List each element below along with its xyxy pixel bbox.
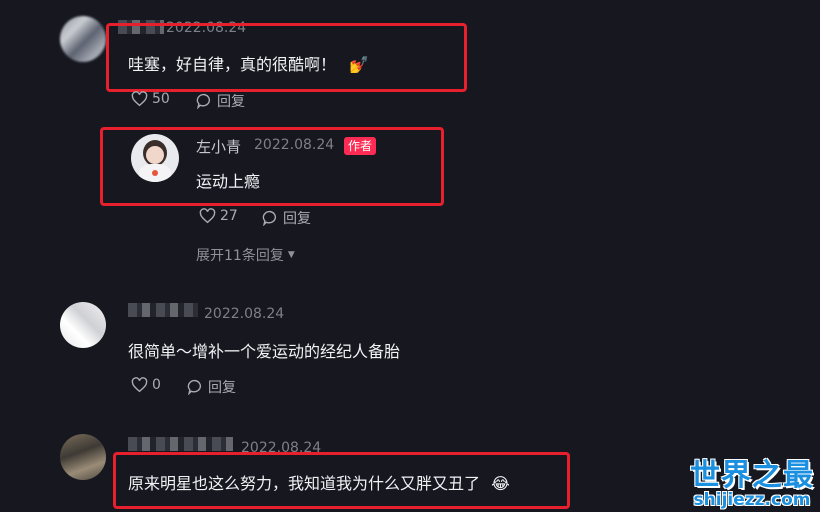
- author-badge: 作者: [344, 137, 377, 155]
- watermark-url: shijiezz.com: [693, 490, 811, 510]
- reply-button[interactable]: 回复: [187, 377, 236, 397]
- like-button[interactable]: 50: [131, 91, 170, 107]
- reply-label: 回复: [217, 94, 245, 110]
- watermark: 世界之最 shijiezz.com: [690, 450, 814, 510]
- comment-text: 哇塞，好自律，真的很酷啊！ 💅: [128, 51, 369, 75]
- comment-date: 2022.08.24: [254, 137, 335, 153]
- nail-polish-emoji: 💅: [349, 55, 370, 74]
- comment-body: 很简单～增补一个爱运动的经纪人备胎: [128, 342, 401, 361]
- heart-icon: [131, 91, 148, 107]
- username-blurred[interactable]: [128, 303, 198, 317]
- avatar[interactable]: [60, 302, 106, 348]
- laughing-emoji: 😂: [491, 474, 510, 493]
- author-avatar[interactable]: [131, 134, 179, 182]
- comment-bubble-icon: [262, 210, 279, 226]
- heart-icon: [131, 377, 148, 393]
- comment-body: 哇塞，好自律，真的很酷啊！: [128, 55, 337, 74]
- comment-body: 原来明星也这么努力，我知道我为什么又胖又丑了: [128, 474, 481, 493]
- comment-bubble-icon: [196, 93, 213, 109]
- caret-down-icon: ▼: [287, 250, 295, 260]
- reply-button[interactable]: 回复: [262, 208, 311, 228]
- expand-replies-button[interactable]: 展开11条回复 ▼: [196, 245, 295, 265]
- like-button[interactable]: 27: [199, 208, 238, 224]
- author-name[interactable]: 左小青: [196, 136, 241, 157]
- like-count: 50: [152, 91, 170, 107]
- watermark-title: 世界之最: [690, 458, 814, 493]
- reply-label: 回复: [208, 380, 236, 396]
- username-blurred[interactable]: [128, 437, 233, 451]
- avatar[interactable]: [60, 16, 106, 62]
- expand-label: 展开11条回复: [196, 248, 284, 264]
- comment-date: 2022.08.24: [204, 306, 285, 322]
- comment-body: 运动上瘾: [196, 172, 261, 191]
- reply-button[interactable]: 回复: [196, 91, 245, 111]
- like-count: 0: [152, 377, 161, 393]
- comment-bubble-icon: [187, 379, 204, 395]
- avatar[interactable]: [60, 434, 106, 480]
- like-count: 27: [220, 208, 238, 224]
- heart-icon: [199, 208, 216, 224]
- like-button[interactable]: 0: [131, 377, 161, 393]
- reply-label: 回复: [283, 211, 311, 227]
- comment-text: 原来明星也这么努力，我知道我为什么又胖又丑了 😂: [128, 470, 510, 494]
